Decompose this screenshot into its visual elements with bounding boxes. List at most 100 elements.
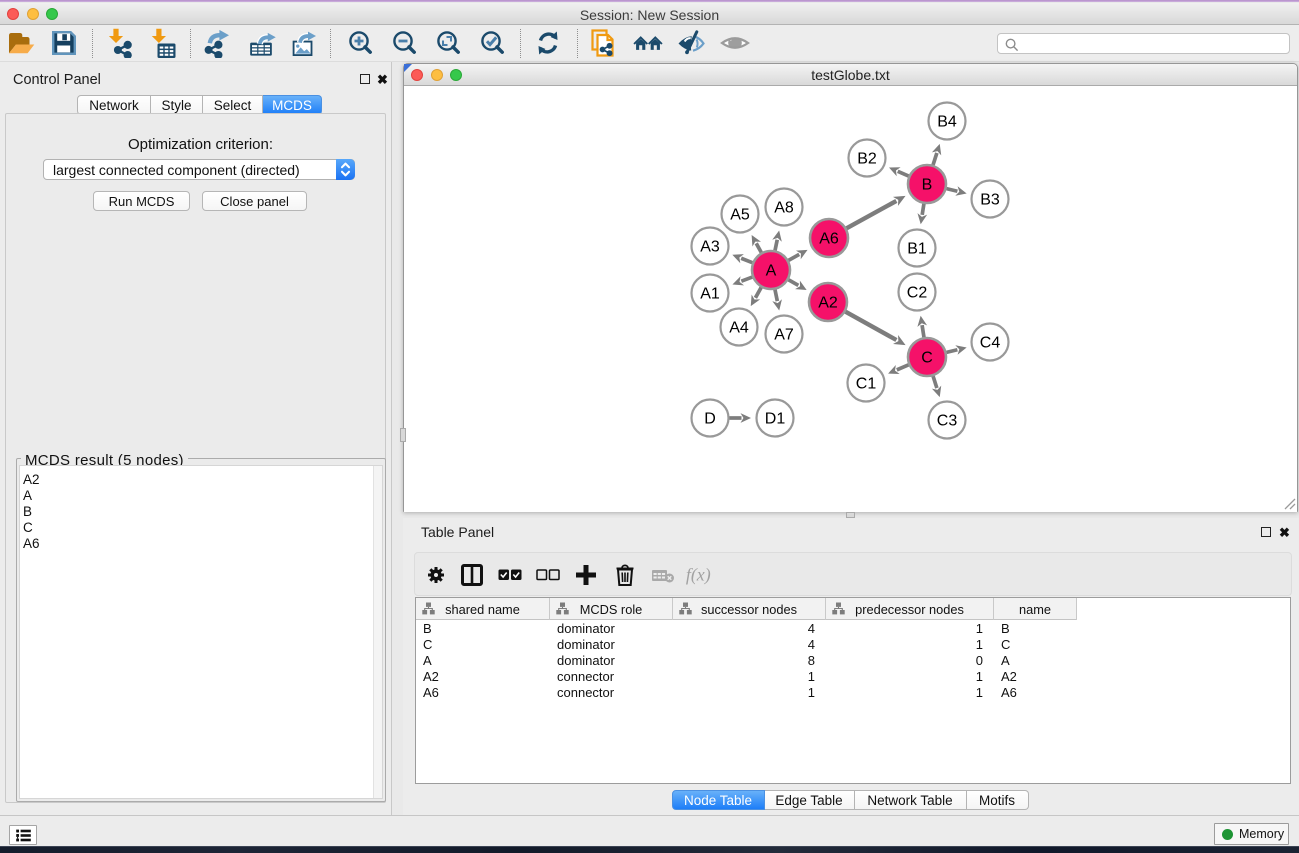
table-row[interactable]: Bdominator41B: [416, 621, 1290, 637]
node-label-A6: A6: [819, 231, 839, 248]
export-network-icon[interactable]: [204, 28, 234, 58]
tab-network[interactable]: Network: [77, 95, 151, 115]
table-row[interactable]: Cdominator41C: [416, 637, 1290, 653]
node-label-B2: B2: [857, 151, 877, 168]
table-row[interactable]: A6connector11A6: [416, 685, 1290, 701]
table-cell: 1: [826, 621, 994, 637]
table-cell: connector: [550, 685, 673, 701]
column-header-predecessor-nodes[interactable]: predecessor nodes: [826, 598, 994, 620]
optimization-criterion-label: Optimization criterion:: [11, 136, 390, 153]
network-view-window: testGlobe.txt AA6A2BCA5A8A3A1A4A7B2B4B3B…: [403, 63, 1298, 512]
memory-button[interactable]: Memory: [1214, 823, 1289, 845]
tab-node-table[interactable]: Node Table: [672, 790, 765, 810]
edge-A-A8[interactable]: [775, 240, 777, 251]
app-titlebar: Session: New Session: [0, 3, 1299, 25]
table-cell: 0: [826, 653, 994, 669]
task-history-button[interactable]: [9, 825, 37, 845]
edge-A-A5[interactable]: [756, 243, 761, 252]
node-label-A2: A2: [818, 295, 838, 312]
show-all-icon[interactable]: [720, 28, 750, 58]
run-mcds-button[interactable]: Run MCDS: [93, 191, 190, 211]
optimization-criterion-dropdown[interactable]: largest connected component (directed): [43, 159, 355, 180]
deselect-all-icon[interactable]: [532, 560, 564, 590]
table-close-icon[interactable]: ✖: [1279, 527, 1290, 538]
edge-A6-B[interactable]: [847, 201, 897, 228]
edge-B-B2[interactable]: [898, 171, 909, 176]
tab-motifs[interactable]: Motifs: [967, 790, 1029, 810]
edge-C-C1[interactable]: [897, 365, 909, 370]
column-header-name[interactable]: name: [994, 598, 1077, 620]
save-session-icon[interactable]: [49, 28, 79, 58]
close-panel-icon[interactable]: ✖: [377, 74, 388, 85]
column-header-MCDS-role[interactable]: MCDS role: [550, 598, 673, 620]
result-item[interactable]: B: [23, 504, 40, 520]
left-edge-grip[interactable]: [400, 428, 406, 442]
table-panel: Table Panel ✖ f(x) shared name MCDS role s…: [403, 518, 1299, 815]
result-list-scrollbar[interactable]: [373, 466, 382, 798]
hide-selected-icon[interactable]: [676, 28, 706, 58]
refresh-icon[interactable]: [533, 28, 563, 58]
column-header-successor-nodes[interactable]: successor nodes: [673, 598, 826, 620]
edge-C-C4[interactable]: [946, 350, 957, 353]
window-resize-grip[interactable]: [1283, 497, 1296, 510]
node-label-D: D: [704, 411, 716, 428]
delete-table-icon[interactable]: [647, 560, 679, 590]
function-builder-icon[interactable]: f(x): [684, 560, 716, 590]
column-label: MCDS role: [580, 602, 643, 617]
network-window-titlebar: testGlobe.txt: [404, 64, 1297, 86]
search-input[interactable]: [997, 33, 1290, 54]
zoom-selected-icon[interactable]: [478, 28, 508, 58]
result-item[interactable]: A: [23, 488, 40, 504]
mcds-result-items: A2ABCA6: [23, 472, 40, 552]
tab-mcds[interactable]: MCDS: [263, 95, 322, 115]
network-canvas[interactable]: AA6A2BCA5A8A3A1A4A7B2B4B3B1C2C4C1C3DD1: [404, 87, 1297, 512]
open-session-icon[interactable]: [7, 28, 37, 58]
edge-B-B3[interactable]: [946, 189, 957, 192]
close-panel-button[interactable]: Close panel: [202, 191, 307, 211]
mcds-result-list[interactable]: A2ABCA6: [19, 465, 383, 799]
result-item[interactable]: A6: [23, 536, 40, 552]
edge-B-B1[interactable]: [922, 204, 924, 215]
zoom-out-icon[interactable]: [390, 28, 420, 58]
export-table-icon[interactable]: [246, 28, 276, 58]
zoom-fit-icon[interactable]: [434, 28, 464, 58]
delete-column-icon[interactable]: [609, 560, 641, 590]
table-row[interactable]: Adominator80A: [416, 653, 1290, 669]
edge-A-A2[interactable]: [788, 280, 798, 286]
edge-A-A4[interactable]: [755, 287, 761, 297]
float-panel-icon[interactable]: [360, 74, 370, 84]
zoom-in-icon[interactable]: [346, 28, 376, 58]
edge-A-A1[interactable]: [741, 277, 752, 281]
new-network-from-selection-icon[interactable]: [589, 28, 619, 58]
tab-edge-table[interactable]: Edge Table: [765, 790, 855, 810]
edge-A-A7[interactable]: [775, 290, 777, 302]
show-column-icon[interactable]: [456, 560, 488, 590]
hierarchy-icon: [422, 602, 435, 618]
export-image-icon[interactable]: [289, 28, 319, 58]
edge-B-B4[interactable]: [933, 153, 937, 165]
settings-icon[interactable]: [420, 560, 452, 590]
edge-A-A6[interactable]: [789, 254, 800, 260]
first-neighbors-icon[interactable]: [633, 28, 663, 58]
column-header-shared-name[interactable]: shared name: [416, 598, 550, 620]
table-cell: A2: [416, 669, 550, 685]
result-item[interactable]: C: [23, 520, 40, 536]
table-row[interactable]: A2connector11A2: [416, 669, 1290, 685]
node-label-A3: A3: [700, 239, 720, 256]
table-float-icon[interactable]: [1261, 527, 1271, 537]
edge-C-C2[interactable]: [922, 325, 924, 337]
hierarchy-icon: [556, 602, 569, 618]
node-label-A7: A7: [774, 327, 794, 344]
import-table-icon[interactable]: [150, 28, 180, 58]
edge-A2-C[interactable]: [845, 312, 896, 340]
tab-network-table[interactable]: Network Table: [855, 790, 967, 810]
select-all-icon[interactable]: [494, 560, 526, 590]
table-panel-title: Table Panel: [421, 524, 494, 540]
edge-C-C3[interactable]: [933, 376, 937, 388]
add-column-icon[interactable]: [570, 560, 602, 590]
tab-style[interactable]: Style: [151, 95, 203, 115]
tab-select[interactable]: Select: [203, 95, 263, 115]
edge-A-A3[interactable]: [741, 258, 752, 262]
import-network-icon[interactable]: [106, 28, 136, 58]
result-item[interactable]: A2: [23, 472, 40, 488]
